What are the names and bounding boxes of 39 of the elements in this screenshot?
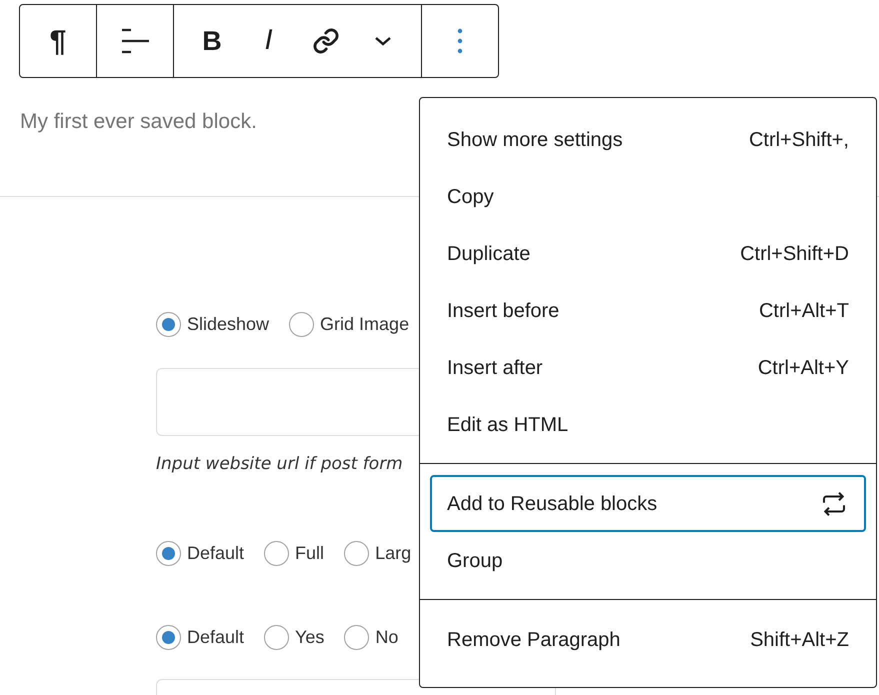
menu-item[interactable]: Copy	[430, 168, 866, 225]
shortcut-text: Ctrl+Shift+D	[740, 242, 849, 266]
menu-item[interactable]: Group	[430, 532, 866, 589]
radio-label: Yes	[295, 626, 324, 648]
radio-button[interactable]	[264, 624, 290, 650]
radio-label: Full	[295, 542, 324, 564]
radio-label: No	[375, 626, 398, 648]
radio-label: Grid Image	[320, 313, 410, 336]
radio-label: Slideshow	[187, 313, 270, 336]
link-icon	[312, 27, 340, 55]
radio-button[interactable]	[264, 540, 290, 566]
italic-button[interactable]: I	[245, 17, 293, 65]
radio-label: Default	[187, 626, 244, 648]
menu-item[interactable]: Insert before Ctrl+Alt+T	[430, 282, 866, 339]
more-vertical-icon	[457, 28, 463, 54]
shortcut-text: Ctrl+Alt+Y	[758, 356, 849, 380]
subtitle: My first ever saved block.	[20, 109, 257, 135]
radio-button[interactable]	[344, 540, 370, 566]
chevron-down-icon	[374, 36, 392, 46]
radio-button[interactable]	[156, 624, 181, 650]
menu-item[interactable]: Remove Paragraph Shift+Alt+Z	[430, 611, 866, 668]
shortcut-text: Ctrl+Shift+,	[748, 128, 849, 152]
bold-button[interactable]: B	[188, 17, 236, 65]
radio-button[interactable]	[344, 624, 370, 650]
radio-button[interactable]	[156, 540, 181, 566]
radio-label: Larg	[375, 542, 412, 565]
shortcut-text: Ctrl+Alt+T	[758, 298, 849, 324]
menu-item[interactable]: Edit as HTML	[430, 396, 866, 453]
align-icon	[121, 28, 149, 54]
shortcut-text: Shift+Alt+Z	[750, 628, 849, 652]
paragraph-button[interactable]: ¶	[34, 17, 82, 65]
menu-item[interactable]: Add to Reusable blocks	[430, 475, 866, 532]
radio-label: Default	[187, 542, 244, 564]
radio-button[interactable]	[156, 312, 181, 337]
menu-item[interactable]: Duplicate Ctrl+Shift+D	[430, 225, 866, 282]
hint-text: Input website url if post form	[156, 452, 403, 476]
menu-item[interactable]: Show more settings Ctrl+Shift+,	[430, 111, 866, 168]
menu-item[interactable]: Insert after Ctrl+Alt+Y	[430, 339, 866, 396]
radio-button[interactable]	[289, 312, 314, 337]
